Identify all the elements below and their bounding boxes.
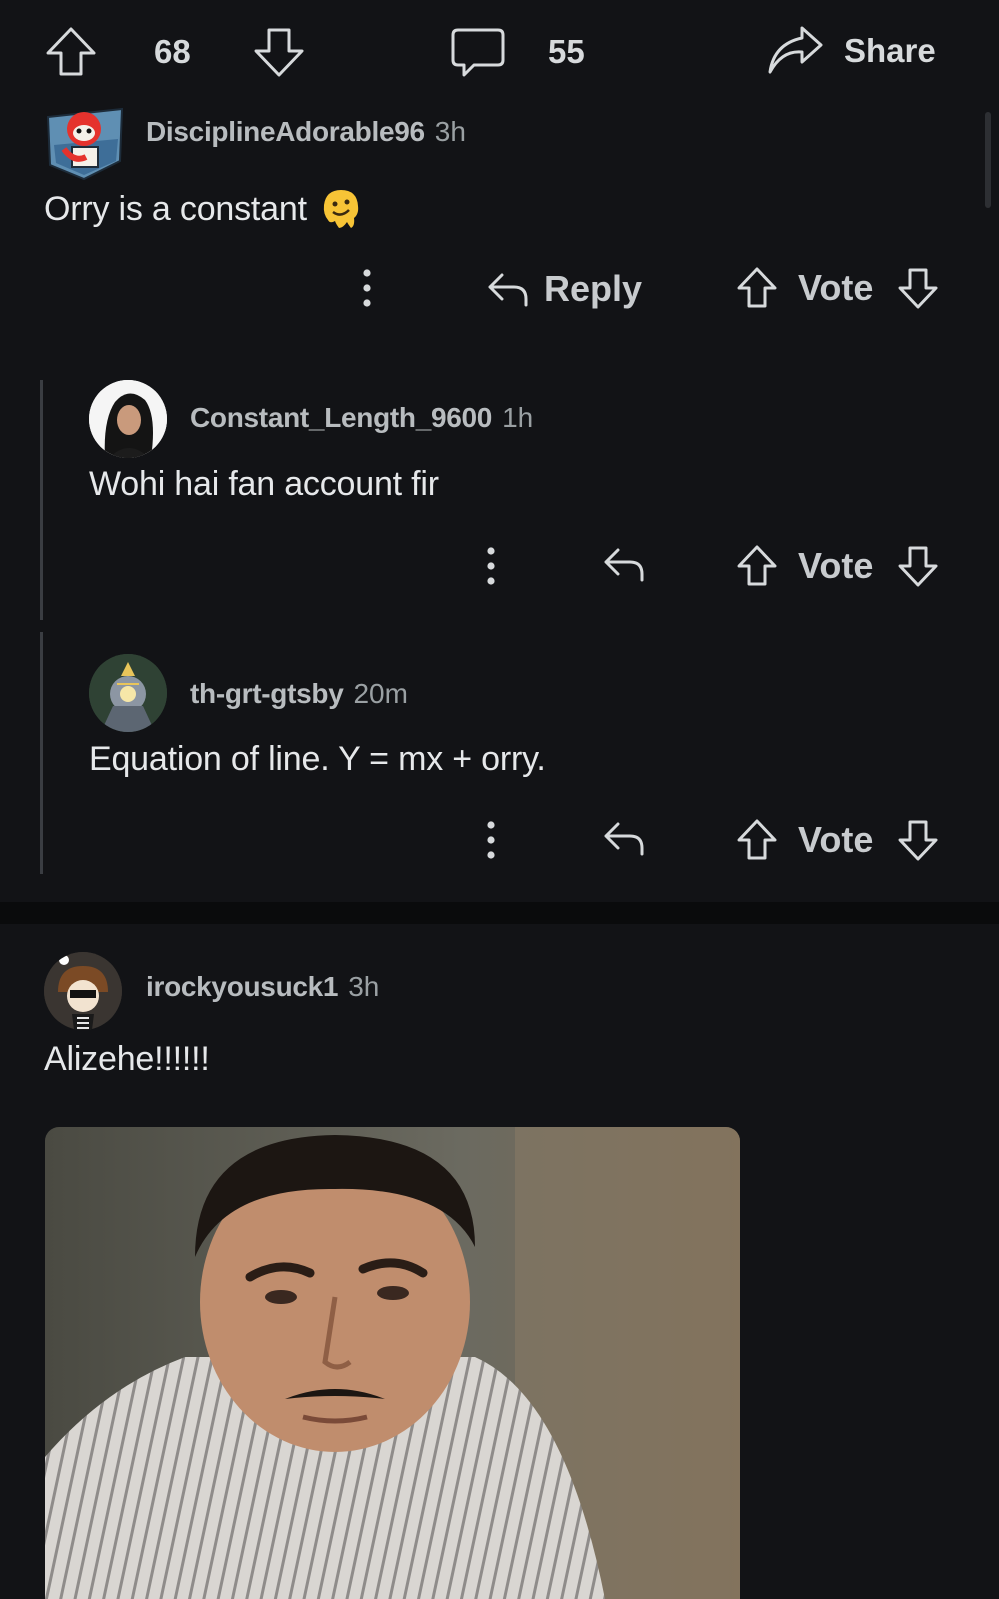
comment-time: 1h — [502, 402, 534, 433]
reply-button[interactable]: Reply — [486, 268, 642, 310]
comment-body: Equation of line. Y = mx + orry. — [89, 740, 546, 779]
comment-username[interactable]: DisciplineAdorable96 — [146, 116, 425, 148]
comment-header: irockyousuck1 3h — [146, 971, 379, 1003]
downvote-icon[interactable] — [897, 544, 939, 588]
comment-icon[interactable] — [450, 26, 506, 80]
avatar[interactable] — [44, 952, 122, 1030]
vote-label: Vote — [798, 819, 874, 860]
avatar[interactable] — [89, 380, 167, 458]
share-label: Share — [844, 32, 936, 69]
comment-count: 55 — [548, 33, 585, 70]
comment-body: Orry is a constant — [44, 188, 361, 230]
reply-icon[interactable] — [602, 818, 646, 858]
more-options-icon[interactable] — [484, 820, 498, 860]
share-icon — [766, 24, 824, 78]
reaction-gif-image[interactable] — [45, 1127, 740, 1599]
upvote-icon[interactable] — [736, 266, 778, 310]
share-button[interactable]: Share — [766, 22, 936, 80]
comment-text: Orry is a constant — [44, 189, 307, 228]
upvote-icon[interactable] — [44, 25, 98, 79]
vote-control: Vote — [736, 266, 939, 310]
melting-face-emoji-icon — [321, 188, 361, 230]
comment-time: 3h — [434, 116, 466, 147]
comment-header: Constant_Length_9600 1h — [190, 402, 533, 434]
comment-username[interactable]: th-grt-gtsby — [190, 678, 344, 710]
upvote-icon[interactable] — [736, 818, 778, 862]
thread-line[interactable] — [40, 380, 43, 620]
comment-text: Wohi hai fan account fir — [89, 465, 439, 503]
vote-label: Vote — [798, 545, 874, 586]
comment-username[interactable]: Constant_Length_9600 — [190, 402, 492, 434]
comment-text: Alizehe!!!!!! — [44, 1040, 210, 1078]
reply-icon — [486, 269, 530, 309]
comment-time: 20m — [353, 678, 408, 709]
comment-body: Wohi hai fan account fir — [89, 465, 439, 504]
upvote-icon[interactable] — [736, 544, 778, 588]
avatar[interactable] — [44, 105, 128, 181]
upvote-count: 68 — [154, 33, 191, 70]
more-options-icon[interactable] — [484, 546, 498, 586]
comment-username[interactable]: irockyousuck1 — [146, 971, 339, 1003]
downvote-icon[interactable] — [897, 818, 939, 862]
downvote-icon[interactable] — [252, 25, 306, 79]
vote-label: Vote — [798, 267, 874, 308]
scrollbar[interactable] — [985, 112, 991, 208]
downvote-icon[interactable] — [897, 266, 939, 310]
comment-time: 3h — [348, 971, 380, 1002]
vote-control: Vote — [736, 544, 939, 588]
reply-label: Reply — [544, 268, 643, 309]
vote-control: Vote — [736, 818, 939, 862]
comment-text: Equation of line. Y = mx + orry. — [89, 740, 546, 778]
comment-header: th-grt-gtsby 20m — [190, 678, 408, 710]
post-action-bar: 68 55 Share — [0, 0, 999, 100]
thread-line[interactable] — [40, 632, 43, 874]
more-options-icon[interactable] — [360, 268, 374, 308]
comment-header: DisciplineAdorable96 3h — [146, 116, 466, 148]
reply-icon[interactable] — [602, 544, 646, 584]
thread-separator — [0, 902, 999, 924]
avatar[interactable] — [89, 654, 167, 732]
comment-body: Alizehe!!!!!! — [44, 1040, 210, 1079]
